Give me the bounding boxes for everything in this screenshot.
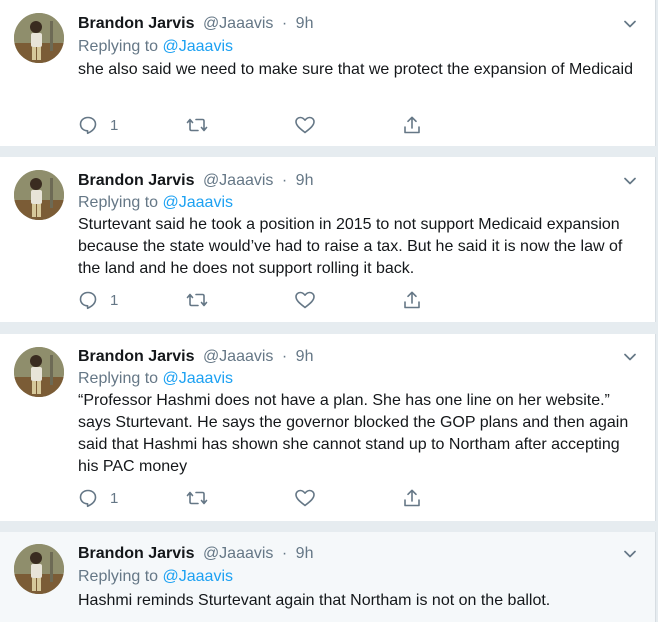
avatar[interactable] (14, 170, 64, 220)
share-button[interactable] (402, 114, 422, 136)
reply-button[interactable]: 1 (78, 289, 118, 311)
dot-separator: · (281, 15, 288, 32)
chevron-down-icon[interactable] (623, 547, 637, 561)
avatar[interactable] (14, 347, 64, 397)
retweet-icon (186, 488, 208, 508)
avatar[interactable] (14, 13, 64, 63)
reply-button[interactable]: 1 (78, 487, 118, 509)
replying-to-label: Replying to (78, 38, 159, 55)
reply-icon (78, 290, 98, 310)
tweet[interactable]: Brandon Jarvis @Jaaavis · 9h Replying to… (0, 532, 656, 622)
like-button[interactable] (294, 114, 316, 136)
timestamp[interactable]: 9h (296, 15, 314, 32)
retweet-button[interactable] (186, 289, 208, 311)
tweet[interactable]: Brandon Jarvis @Jaaavis · 9h Replying to… (0, 334, 656, 521)
retweet-icon (186, 115, 208, 135)
chevron-down-icon[interactable] (623, 174, 637, 188)
author-handle[interactable]: @Jaaavis (203, 172, 274, 189)
reply-count: 1 (110, 291, 119, 309)
tweet-header: Brandon Jarvis @Jaaavis · 9h (78, 14, 313, 34)
dot-separator: · (281, 348, 288, 365)
tweet[interactable]: Brandon Jarvis @Jaaavis · 9h Replying to… (0, 157, 656, 322)
author-name[interactable]: Brandon Jarvis (78, 545, 194, 562)
timestamp[interactable]: 9h (296, 545, 314, 562)
replying-to: Replying to @Jaaavis (78, 568, 233, 586)
tweet-text: Sturtevant said he took a position in 20… (78, 216, 623, 277)
tweet-actions: 1 (78, 289, 438, 311)
replying-to-mention[interactable]: @Jaaavis (163, 568, 234, 585)
share-icon (402, 290, 422, 310)
tweet-text: she also said we need to make sure that … (78, 61, 633, 78)
share-button[interactable] (402, 289, 422, 311)
like-button[interactable] (294, 487, 316, 509)
tweet-feed: Brandon Jarvis @Jaaavis · 9h Replying to… (0, 0, 658, 622)
author-name[interactable]: Brandon Jarvis (78, 172, 194, 189)
tweet[interactable]: Brandon Jarvis @Jaaavis · 9h Replying to… (0, 0, 656, 146)
dot-separator: · (281, 172, 288, 189)
author-handle[interactable]: @Jaaavis (203, 15, 274, 32)
share-button[interactable] (402, 487, 422, 509)
tweet-header: Brandon Jarvis @Jaaavis · 9h (78, 347, 313, 367)
avatar[interactable] (14, 544, 64, 594)
replying-to-label: Replying to (78, 568, 159, 585)
replying-to-mention[interactable]: @Jaaavis (163, 370, 234, 387)
heart-icon (294, 488, 316, 508)
author-name[interactable]: Brandon Jarvis (78, 348, 194, 365)
reply-icon (78, 488, 98, 508)
replying-to-label: Replying to (78, 194, 159, 211)
tweet-text: Hashmi reminds Sturtevant again that Nor… (78, 592, 551, 609)
tweet-text: “Professor Hashmi does not have a plan. … (78, 392, 629, 475)
retweet-button[interactable] (186, 114, 208, 136)
reply-count: 1 (110, 489, 119, 507)
tweet-actions: 1 (78, 487, 438, 509)
chevron-down-icon[interactable] (623, 17, 637, 31)
heart-icon (294, 290, 316, 310)
timestamp[interactable]: 9h (296, 348, 314, 365)
tweet-header: Brandon Jarvis @Jaaavis · 9h (78, 544, 313, 564)
reply-button[interactable]: 1 (78, 114, 118, 136)
retweet-button[interactable] (186, 487, 208, 509)
author-name[interactable]: Brandon Jarvis (78, 15, 194, 32)
tweet-header: Brandon Jarvis @Jaaavis · 9h (78, 171, 313, 191)
dot-separator: · (281, 545, 288, 562)
replying-to-label: Replying to (78, 370, 159, 387)
timestamp[interactable]: 9h (296, 172, 314, 189)
replying-to: Replying to @Jaaavis (78, 370, 233, 388)
replying-to: Replying to @Jaaavis (78, 38, 233, 56)
author-handle[interactable]: @Jaaavis (203, 545, 274, 562)
reply-count: 1 (110, 116, 119, 134)
share-icon (402, 488, 422, 508)
replying-to-mention[interactable]: @Jaaavis (163, 38, 234, 55)
replying-to-mention[interactable]: @Jaaavis (163, 194, 234, 211)
share-icon (402, 115, 422, 135)
replying-to: Replying to @Jaaavis (78, 194, 233, 212)
tweet-actions: 1 (78, 114, 438, 136)
chevron-down-icon[interactable] (623, 350, 637, 364)
retweet-icon (186, 290, 208, 310)
heart-icon (294, 115, 316, 135)
like-button[interactable] (294, 289, 316, 311)
reply-icon (78, 115, 98, 135)
author-handle[interactable]: @Jaaavis (203, 348, 274, 365)
